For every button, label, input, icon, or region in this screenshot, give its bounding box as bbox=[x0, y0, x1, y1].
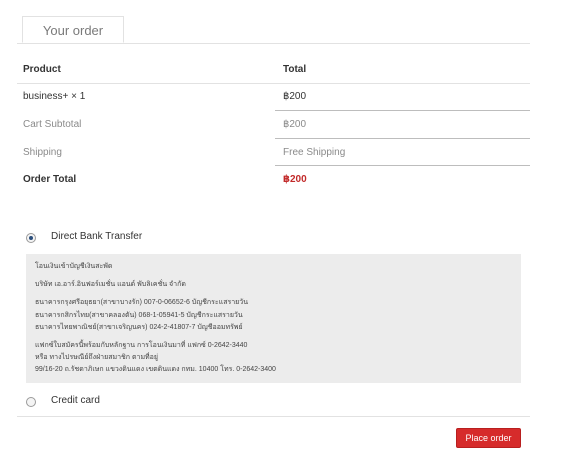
cart-subtotal-row: Cart Subtotal ฿200 bbox=[17, 111, 530, 139]
bank-transfer-label[interactable]: Direct Bank Transfer bbox=[51, 231, 142, 242]
shipping-label: Shipping bbox=[23, 147, 62, 158]
order-review-table: Product Total business+ × 1 ฿200 Cart Su… bbox=[17, 55, 530, 195]
instruction-line: ธนาคารกรุงศรีอยุธยา(สาขาบางรัก) 007-0-06… bbox=[35, 299, 248, 306]
credit-card-radio[interactable] bbox=[26, 397, 36, 407]
instruction-line: 99/16-20 ถ.รัชดาภิเษก แขวงดินแดง เขตดินแ… bbox=[35, 366, 276, 373]
order-total-value: ฿200 bbox=[283, 174, 307, 185]
bank-transfer-radio[interactable] bbox=[26, 233, 36, 243]
instruction-line: บริษัท เอ.อาร์.อินฟอร์เมชั่น แอนด์ พับลิ… bbox=[35, 281, 186, 288]
item-total: ฿200 bbox=[283, 91, 307, 102]
instruction-line: หรือ ทางไปรษณีย์ถึงฝ่ายสมาชิก ตามที่อยู่ bbox=[35, 354, 158, 361]
instruction-line: โอนเงินเข้าบัญชีเงินสะพัด bbox=[35, 263, 113, 270]
total-column-header: Total bbox=[283, 64, 307, 75]
tab-your-order[interactable]: Your order bbox=[22, 16, 124, 43]
payment-divider bbox=[17, 416, 530, 417]
instruction-line: ธนาคารไทยพาณิชย์(สาขาเจริญนคร) 024-2-418… bbox=[35, 324, 243, 331]
shipping-value: Free Shipping bbox=[283, 147, 346, 158]
cart-subtotal-label: Cart Subtotal bbox=[23, 119, 82, 130]
bank-transfer-instructions: โอนเงินเข้าบัญชีเงินสะพัด บริษัท เอ.อาร์… bbox=[26, 254, 521, 383]
instruction-line: ธนาคารกสิกรไทย(สาขาคลองตัน) 068-1-05941-… bbox=[35, 312, 243, 319]
instruction-line: แฟกซ์ใบสมัครนี้พร้อมกับหลักฐาน การโอนเงิ… bbox=[35, 342, 248, 349]
table-row: business+ × 1 ฿200 bbox=[17, 83, 530, 111]
product-column-header: Product bbox=[23, 64, 61, 75]
table-header-row: Product Total bbox=[17, 56, 530, 84]
item-name: business+ × 1 bbox=[23, 91, 86, 102]
cart-subtotal-value: ฿200 bbox=[283, 119, 307, 130]
shipping-row: Shipping Free Shipping bbox=[17, 139, 530, 167]
order-tab-bar: Your order bbox=[17, 16, 530, 44]
order-total-label: Order Total bbox=[23, 174, 77, 185]
place-order-button[interactable]: Place order bbox=[456, 428, 521, 448]
order-total-row: Order Total ฿200 bbox=[17, 166, 530, 194]
credit-card-label[interactable]: Credit card bbox=[51, 395, 100, 406]
